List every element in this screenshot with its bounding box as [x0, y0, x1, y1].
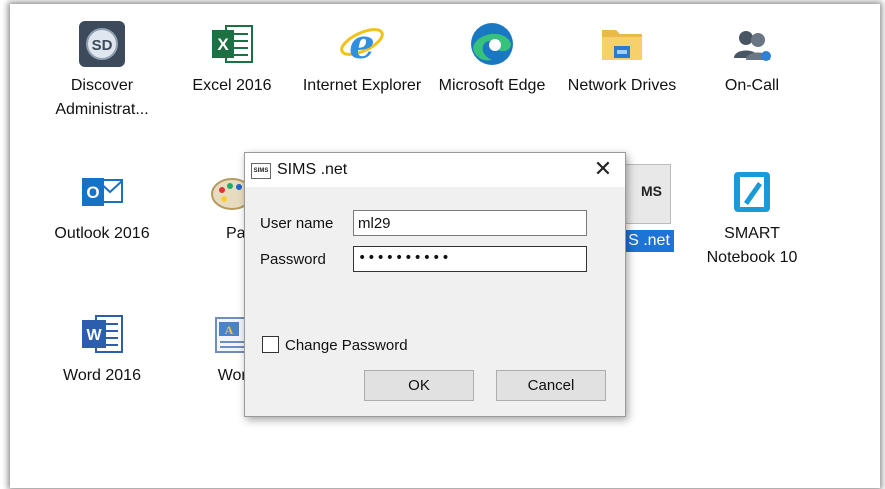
people-icon [728, 20, 776, 68]
sims-app-icon: SIMS [251, 163, 271, 179]
desktop-icon-network-drives[interactable]: Network Drives [562, 20, 682, 98]
icon-label: Discover Administrat... [55, 77, 149, 118]
svg-text:SD: SD [92, 37, 113, 54]
smart-notebook-icon [728, 168, 776, 216]
dialog-titlebar[interactable]: SIMS SIMS .net ✕ [245, 153, 625, 187]
svg-text:A: A [225, 323, 234, 337]
outlook-icon: O [78, 168, 126, 216]
desktop-icon-smart-notebook[interactable]: SMART Notebook 10 [692, 168, 812, 270]
desktop: SD Discover Administrat... X Excel 2016 … [10, 4, 880, 488]
desktop-icon-word[interactable]: W Word 2016 [42, 310, 162, 388]
excel-icon: X [208, 20, 256, 68]
change-password-checkbox[interactable]: Change Password [262, 336, 408, 354]
edge-icon [468, 20, 516, 68]
username-label: User name [260, 215, 334, 232]
svg-text:e: e [349, 21, 374, 68]
icon-label: Word 2016 [63, 367, 141, 384]
password-label: Password [260, 251, 326, 268]
close-icon[interactable]: ✕ [581, 153, 625, 187]
icon-label: Outlook 2016 [54, 225, 150, 242]
icon-label: Internet Explorer [302, 77, 422, 94]
icon-label: On-Call [724, 77, 780, 94]
folder-icon [598, 20, 646, 68]
desktop-icon-outlook[interactable]: O Outlook 2016 [42, 168, 162, 246]
word-icon: W [78, 310, 126, 358]
icon-label: Network Drives [567, 77, 677, 94]
ok-button[interactable]: OK [364, 370, 474, 401]
desktop-icon-excel[interactable]: X Excel 2016 [172, 20, 292, 98]
dialog-title: SIMS .net [277, 161, 348, 178]
svg-text:O: O [86, 183, 99, 202]
desktop-icon-on-call[interactable]: On-Call [692, 20, 812, 98]
svg-text:X: X [217, 35, 229, 54]
desktop-icon-internet-explorer[interactable]: e Internet Explorer [302, 20, 422, 98]
internet-explorer-icon: e [338, 20, 386, 68]
sims-login-dialog: SIMS SIMS .net ✕ User name Password ••••… [244, 152, 626, 417]
desktop-icon-edge[interactable]: Microsoft Edge [432, 20, 552, 98]
desktop-icon-discover[interactable]: SD Discover Administrat... [42, 20, 162, 122]
sims-icon-text: MS [641, 183, 662, 199]
username-field[interactable] [353, 210, 587, 236]
icon-label: Excel 2016 [192, 77, 272, 94]
cancel-button[interactable]: Cancel [496, 370, 606, 401]
icon-label: SMART Notebook 10 [706, 225, 798, 266]
checkbox-box[interactable] [262, 336, 279, 353]
password-field[interactable]: •••••••••• [353, 246, 587, 272]
discover-administrator-icon: SD [78, 20, 126, 68]
svg-text:W: W [86, 327, 102, 344]
change-password-label: Change Password [285, 337, 408, 354]
icon-label-selected: S .net [624, 230, 674, 252]
icon-label: Microsoft Edge [438, 77, 546, 94]
